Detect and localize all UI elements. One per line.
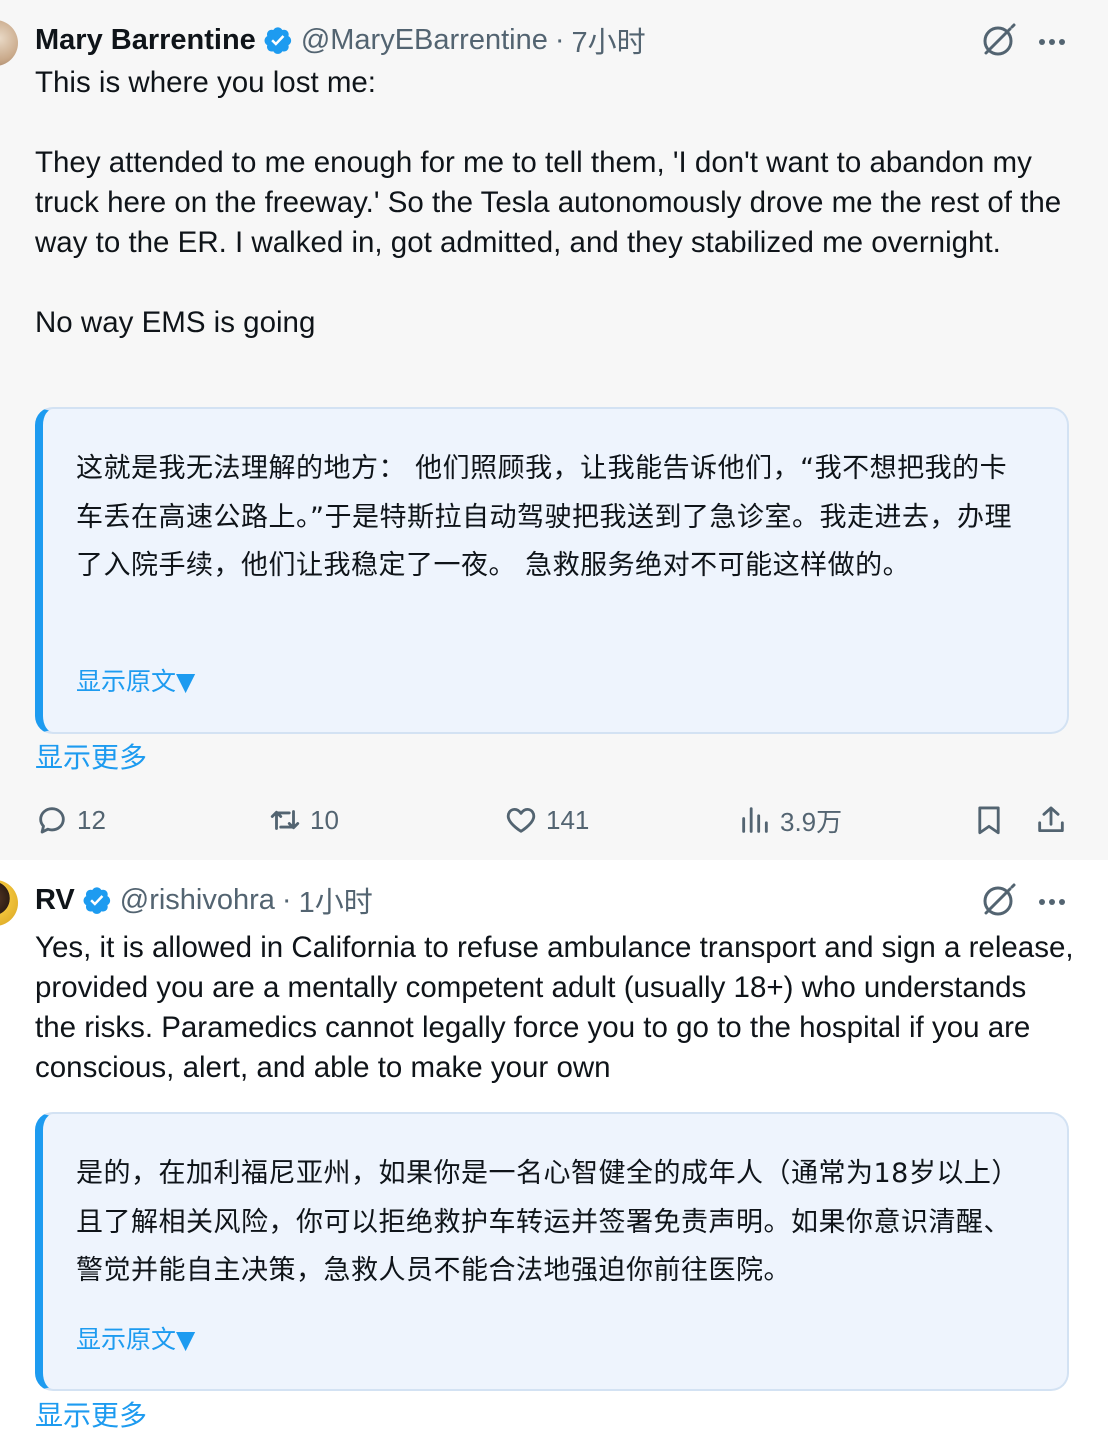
avatar[interactable] [0, 20, 18, 66]
tweet-text: Yes, it is allowed in California to refu… [35, 931, 1082, 1084]
retweet-button[interactable]: 10 [268, 796, 339, 844]
views-icon [742, 807, 768, 833]
timestamp[interactable]: 1小时 [299, 879, 373, 921]
verified-badge-icon [83, 887, 110, 914]
more-icon[interactable] [1034, 24, 1070, 60]
retweet-count: 10 [310, 804, 339, 835]
tweet[interactable]: RV @rishivohra · 1小时 Yes, it is allowed … [0, 860, 1108, 1452]
tweet-header: Mary Barrentine @MaryEBarrentine · 7小时 [35, 20, 646, 60]
translation-box: 这就是我无法理解的地方： 他们照顾我，让我能告诉他们，“我不想把我的卡车丢在高速… [35, 407, 1069, 734]
show-more-link[interactable]: 显示更多 [35, 1394, 147, 1434]
avatar[interactable] [0, 880, 18, 926]
timestamp[interactable]: 7小时 [572, 19, 646, 61]
bookmark-icon [978, 806, 1000, 835]
grok-icon[interactable] [978, 21, 1018, 61]
share-button[interactable] [1034, 796, 1068, 844]
show-original-link[interactable]: 显示原文▼ [76, 662, 195, 698]
author-name[interactable]: Mary Barrentine [35, 24, 256, 57]
more-icon[interactable] [1034, 884, 1070, 920]
view-count: 3.9万 [780, 806, 843, 837]
show-original-link[interactable]: 显示原文▼ [76, 1320, 195, 1356]
separator-dot: · [554, 23, 565, 56]
like-count: 141 [546, 804, 590, 835]
translation-text: 这就是我无法理解的地方： 他们照顾我，让我能告诉他们，“我不想把我的卡车丢在高速… [76, 453, 1012, 581]
translation-box: 是的，在加利福尼亚州，如果你是一名心智健全的成年人（通常为18岁以上）且了解相关… [35, 1112, 1069, 1391]
author-handle[interactable]: @rishivohra [120, 884, 275, 917]
author-name[interactable]: RV [35, 884, 75, 917]
like-icon [506, 807, 536, 833]
translation-text: 是的，在加利福尼亚州，如果你是一名心智健全的成年人（通常为18岁以上）且了解相关… [76, 1158, 1019, 1286]
separator-dot: · [281, 883, 292, 916]
reply-icon [39, 807, 65, 834]
bookmark-button[interactable] [972, 796, 1006, 844]
reply-count: 12 [77, 804, 106, 835]
action-bar: 12 10 141 3.9万 [0, 796, 1108, 844]
author-handle[interactable]: @MaryEBarrentine [301, 24, 548, 57]
like-button[interactable]: 141 [504, 796, 589, 844]
tweet[interactable]: Mary Barrentine @MaryEBarrentine · 7小时 T… [0, 0, 1108, 860]
show-more-link[interactable]: 显示更多 [35, 736, 147, 776]
views-button[interactable]: 3.9万 [738, 796, 842, 844]
retweet-icon [270, 810, 300, 830]
verified-badge-icon [264, 27, 291, 54]
tweet-text: This is where you lost me: They attended… [35, 66, 1062, 339]
tweet-header: RV @rishivohra · 1小时 [35, 880, 373, 920]
grok-icon[interactable] [978, 881, 1018, 921]
share-icon [1038, 806, 1064, 833]
reply-button[interactable]: 12 [35, 796, 106, 844]
